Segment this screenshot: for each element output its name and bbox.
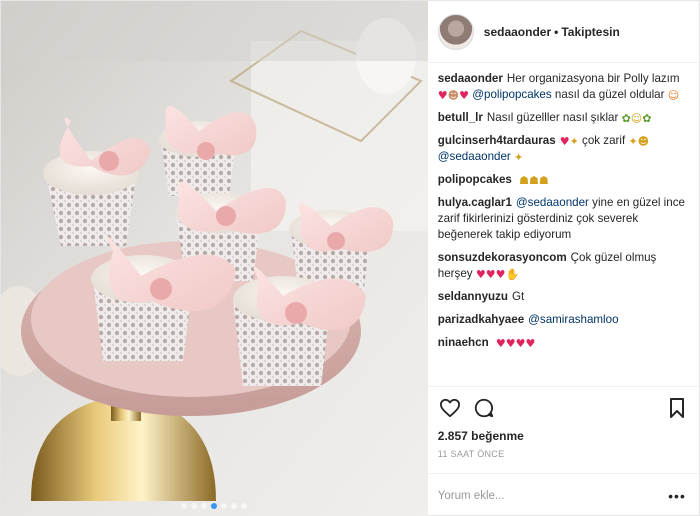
caption-text: Her organizasyona bir Polly lazım (506, 72, 680, 85)
comment-mention[interactable]: @sedaaonder (438, 150, 511, 163)
smile-emoji-icon: ☺ (630, 112, 643, 125)
smile-emoji-icon: ☺ (667, 89, 680, 102)
comment-username[interactable]: ninaehcn (438, 336, 489, 349)
comment-text: Nasıl güzelller nasıl şıklar (486, 111, 619, 124)
carousel-dot[interactable] (191, 503, 198, 509)
comment-username[interactable]: hulya.caglar1 (438, 196, 512, 209)
post-header: sedaaonder • Takiptesin (427, 1, 699, 63)
comments-list: sedaaonder Her organizasyona bir Polly la… (428, 63, 699, 386)
comment-item: sonsuzdekorasyoncom Çok güzel olmuş herşe… (438, 250, 689, 282)
comment-username[interactable]: polipopcakes (438, 173, 512, 186)
post-photo[interactable] (1, 1, 428, 516)
comment-item: gulcinserh4tardauras ♥✦ çok zarif ✦☻ @sed… (438, 133, 689, 165)
instagram-post: sedaaonder • Takiptesin sedaaonder Her orga… (0, 0, 700, 516)
heart-emoji-icon: ♥ (459, 89, 469, 102)
heart-emoji-icon: ♥ (515, 337, 526, 350)
header-username[interactable]: sedaaonder (484, 25, 551, 39)
clover-emoji-icon: ✿ (642, 112, 652, 125)
sparkle-emoji-icon: ✦ (569, 135, 579, 148)
comment-item: ninaehcn ♥♥♥♥ (438, 335, 689, 351)
bookmark-icon (670, 398, 684, 418)
actions-section: 2.857 beğenme 11 SAAT ÖNCE (427, 386, 699, 459)
heart-emoji-icon: ♥ (495, 337, 506, 350)
comment-item: polipopcakes ☗☗☗ (438, 172, 689, 188)
heart-outline-icon (439, 398, 460, 418)
action-bar (438, 395, 689, 421)
sparkle-emoji-icon: ✦ (514, 151, 524, 164)
save-button[interactable] (665, 396, 689, 420)
hand-emoji-icon: ✋ (505, 268, 520, 281)
comment-username[interactable]: parizadkahyaee (438, 313, 524, 326)
carousel-dot[interactable] (181, 503, 188, 509)
add-comment-bar: ••• (427, 473, 699, 516)
comment-input[interactable] (437, 489, 665, 502)
face-emoji-icon: ☻ (637, 135, 650, 148)
people-emoji-icon: ☗ (538, 174, 549, 187)
header-separator: • (554, 24, 559, 39)
comment-text: çok zarif (582, 134, 626, 147)
heart-emoji-icon: ♥ (505, 337, 516, 350)
carousel-dot-active[interactable] (211, 503, 218, 509)
carousel-dots[interactable] (1, 503, 428, 509)
heart-emoji-icon: ♥ (495, 268, 506, 281)
comment-item: parizadkahyaee @samirashamloo (438, 312, 689, 328)
comment-username[interactable]: betull_lr (438, 111, 483, 124)
comment-item: hulya.caglar1 @sedaaonder yine en güzel i… (438, 195, 689, 243)
likes-count[interactable]: 2.857 beğenme (438, 429, 689, 443)
heart-emoji-icon: ♥ (485, 268, 496, 281)
post-side-panel: sedaaonder • Takiptesin sedaaonder Her orga… (427, 1, 699, 516)
comment-button[interactable] (472, 396, 496, 420)
caption-mention[interactable]: @polipopcakes (472, 88, 551, 101)
caption-text-after: nasıl da güzel oldular (554, 88, 665, 101)
people-emoji-icon: ☗ (528, 174, 539, 187)
heart-emoji-icon: ♥ (559, 135, 570, 148)
comment-mention[interactable]: @sedaaonder (516, 196, 589, 209)
comment-username[interactable]: gulcinserh4tardauras (438, 134, 556, 147)
carousel-dot[interactable] (231, 503, 238, 509)
comment-item: seldannyuzu Gt (438, 289, 689, 305)
heart-emoji-icon: ♥ (475, 268, 486, 281)
face-emoji-icon: ☻ (447, 89, 460, 102)
carousel-dot[interactable] (221, 503, 228, 509)
avatar[interactable] (437, 13, 474, 50)
comment-text: Gt (512, 290, 525, 303)
sparkle-emoji-icon: ✦ (628, 135, 638, 148)
cupcakes-photo (1, 1, 428, 516)
header-text: sedaaonder • Takiptesin (484, 25, 620, 39)
comment-username[interactable]: seldannyuzu (438, 290, 508, 303)
post-time[interactable]: 11 SAAT ÖNCE (438, 449, 689, 459)
caption: sedaaonder Her organizasyona bir Polly la… (438, 71, 689, 103)
like-button[interactable] (438, 396, 462, 420)
people-emoji-icon: ☗ (519, 174, 529, 187)
speech-bubble-icon (474, 398, 493, 418)
caption-username[interactable]: sedaaonder (438, 72, 503, 85)
carousel-dot[interactable] (241, 503, 248, 509)
comment-mention[interactable]: @samirashamloo (528, 313, 618, 326)
clover-emoji-icon: ✿ (621, 112, 631, 125)
carousel-dot[interactable] (201, 503, 208, 509)
heart-emoji-icon: ♥ (437, 89, 448, 102)
heart-emoji-icon: ♥ (525, 337, 536, 350)
follow-status[interactable]: Takiptesin (561, 25, 619, 39)
comment-item: betull_lr Nasıl güzelller nasıl şıklar ✿☺… (438, 110, 689, 126)
ellipsis-icon[interactable]: ••• (665, 489, 689, 503)
comment-username[interactable]: sonsuzdekorasyoncom (438, 251, 567, 264)
